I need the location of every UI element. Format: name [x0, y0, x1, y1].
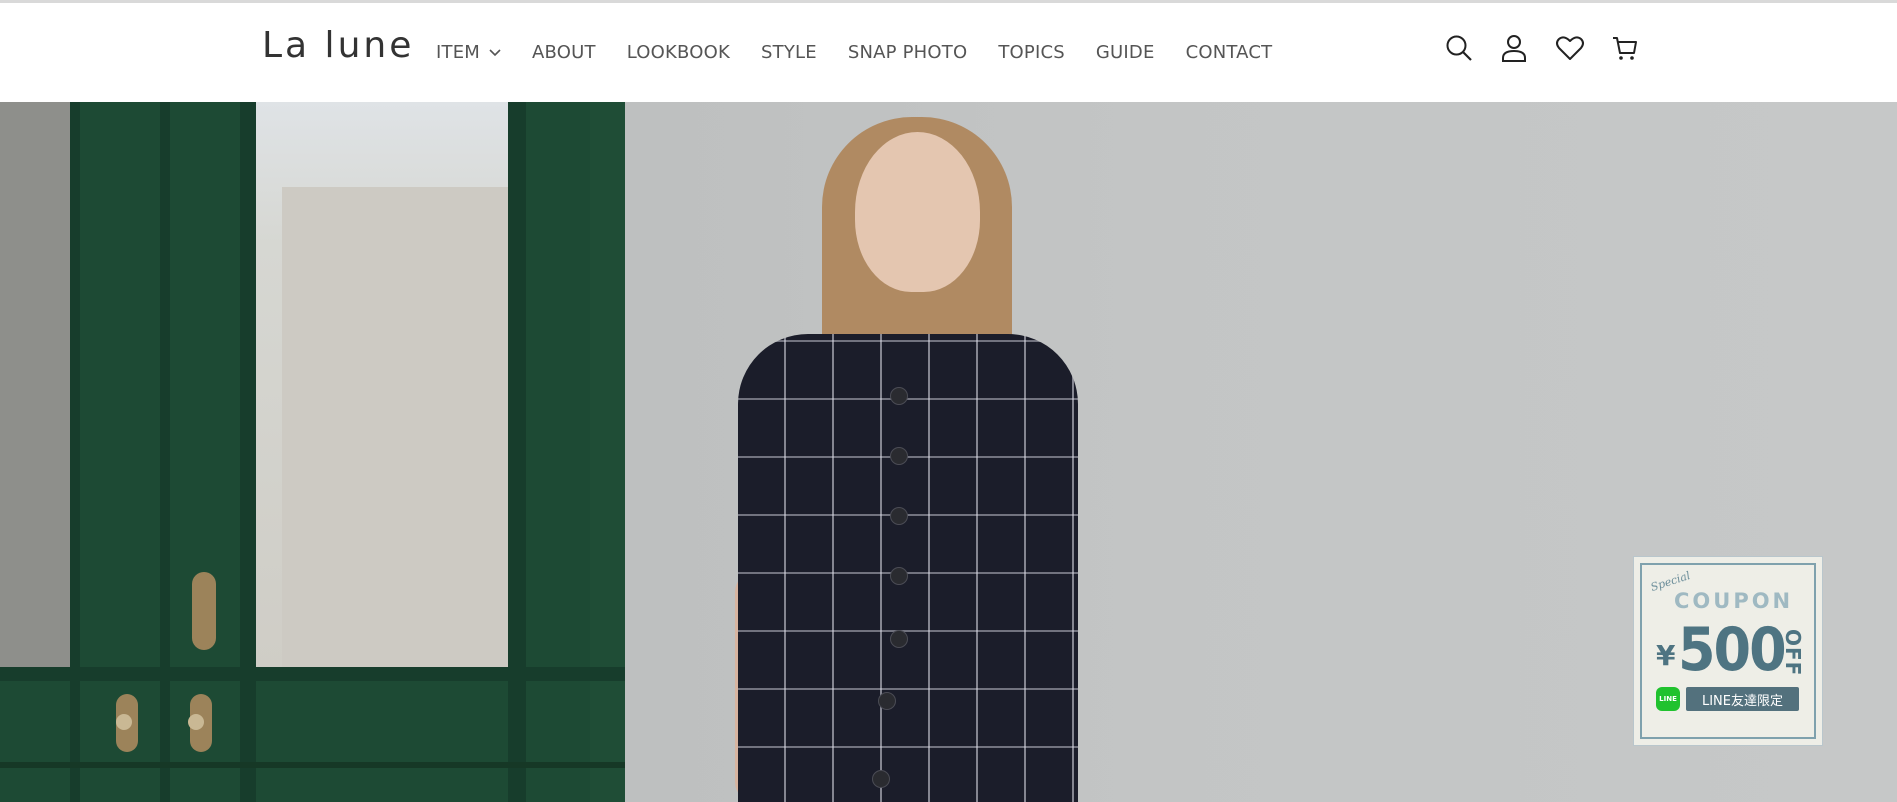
- nav-item-label: SNAP PHOTO: [847, 42, 968, 63]
- dress-button: [890, 567, 908, 585]
- nav-item-label: ABOUT: [532, 42, 596, 63]
- coupon-title: COUPON: [1674, 589, 1794, 613]
- nav-item-label: ITEM: [436, 42, 481, 63]
- site-header: La lune ITEM ABOUT LOOKBOOK STYLE SNAP P…: [0, 3, 1897, 102]
- main-nav: ITEM ABOUT LOOKBOOK STYLE SNAP PHOTO TOP…: [436, 3, 1303, 102]
- line-coupon-banner[interactable]: Special COUPON ¥ 500 OFF LINE LINE友達限定: [1633, 556, 1823, 746]
- nav-item-about[interactable]: ABOUT: [532, 42, 596, 63]
- site-logo[interactable]: La lune: [262, 25, 414, 66]
- account-icon[interactable]: [1499, 33, 1529, 63]
- wishlist-heart-icon[interactable]: [1555, 33, 1585, 63]
- nav-item-label: LOOKBOOK: [626, 42, 731, 63]
- cart-icon[interactable]: [1610, 33, 1640, 63]
- coupon-amount: 500: [1678, 615, 1787, 685]
- nav-item-topics[interactable]: TOPICS: [998, 42, 1065, 63]
- nav-item-label: GUIDE: [1095, 42, 1155, 63]
- hero-door: [0, 102, 625, 802]
- nav-item-contact[interactable]: CONTACT: [1186, 42, 1273, 63]
- nav-item-label: CONTACT: [1185, 42, 1273, 63]
- dress-button: [890, 447, 908, 465]
- dress-button: [890, 387, 908, 405]
- nav-item-style[interactable]: STYLE: [761, 42, 817, 63]
- coupon-currency: ¥: [1656, 639, 1676, 672]
- line-app-icon: LINE: [1656, 687, 1680, 711]
- coupon-off: OFF: [1781, 629, 1805, 677]
- dress-button: [872, 770, 890, 788]
- dress-button: [878, 692, 896, 710]
- nav-item-snap-photo[interactable]: SNAP PHOTO: [848, 42, 968, 63]
- search-icon[interactable]: [1444, 33, 1474, 63]
- hero-image: [0, 102, 1897, 802]
- dress-button: [890, 630, 908, 648]
- nav-item-label: TOPICS: [998, 42, 1065, 63]
- model-face: [855, 132, 980, 292]
- nav-item-label: STYLE: [761, 42, 817, 63]
- model-dress: [738, 334, 1078, 802]
- nav-item-guide[interactable]: GUIDE: [1096, 42, 1155, 63]
- nav-item-item[interactable]: ITEM: [436, 42, 501, 63]
- nav-item-lookbook[interactable]: LOOKBOOK: [627, 42, 730, 63]
- dress-button: [890, 507, 908, 525]
- chevron-down-icon: [489, 48, 501, 56]
- coupon-line-label: LINE友達限定: [1686, 687, 1799, 711]
